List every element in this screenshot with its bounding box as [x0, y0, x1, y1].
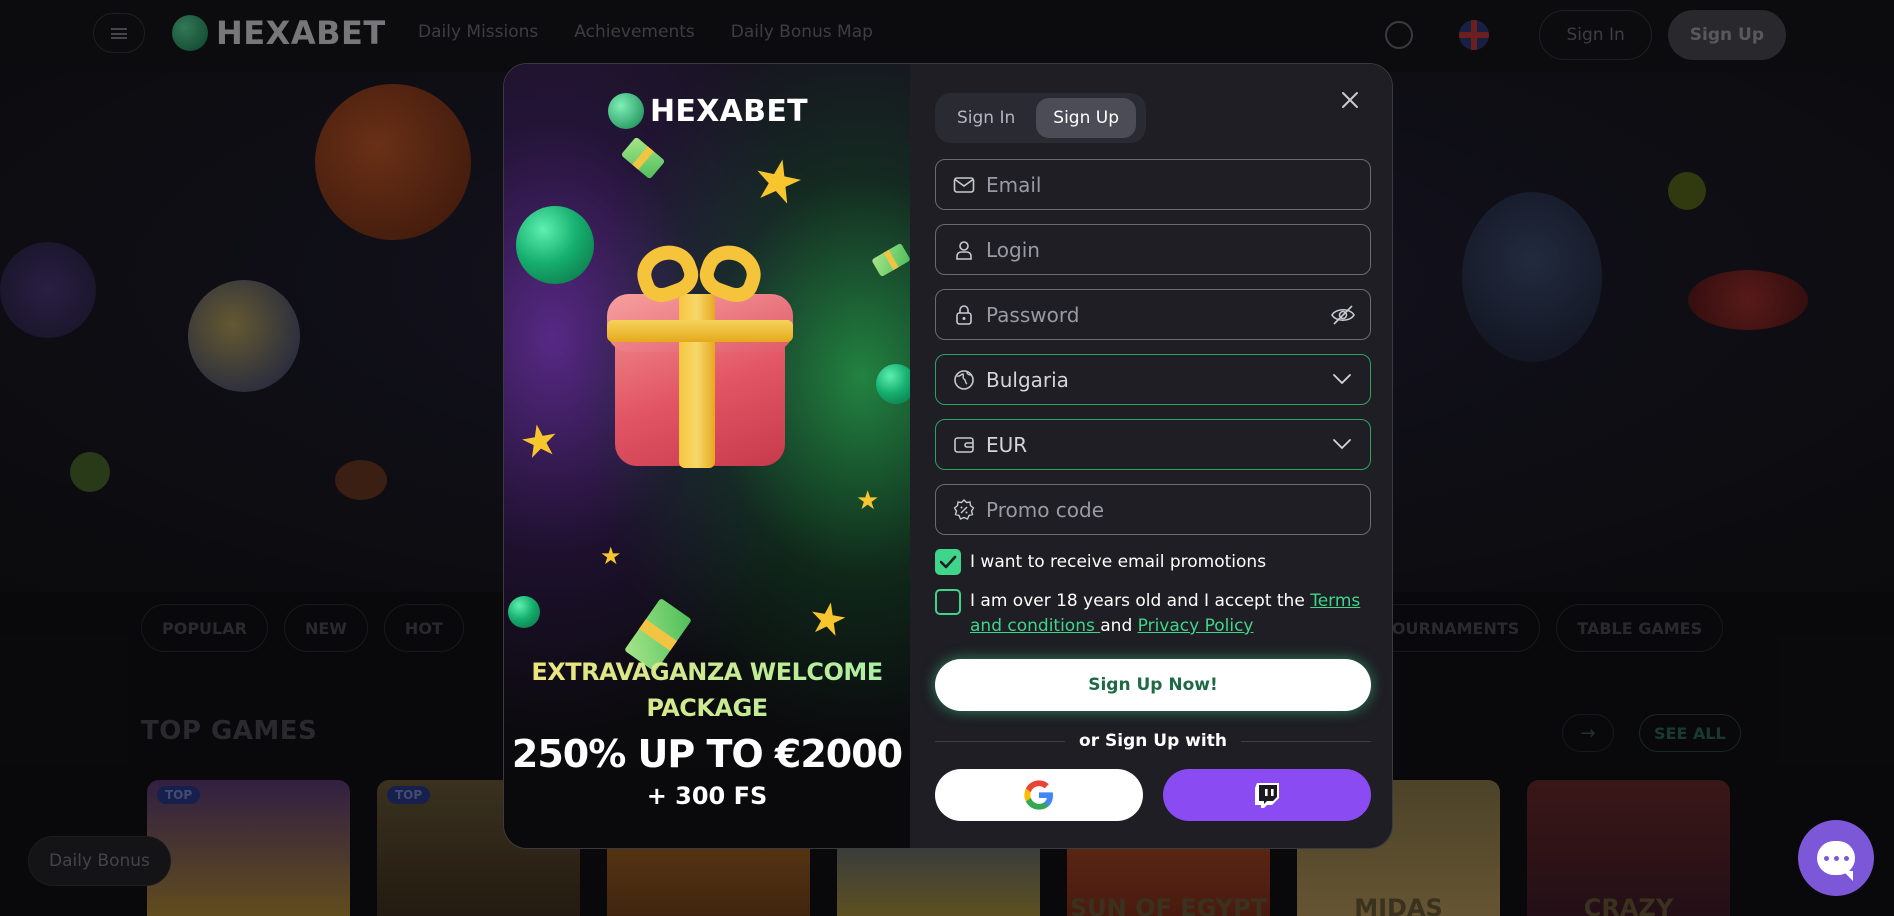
user-icon	[956, 241, 972, 260]
google-signup-button[interactable]	[935, 769, 1143, 821]
or-sign-up-with-text: or Sign Up with	[1079, 731, 1227, 751]
promo-logo: HEXABET	[608, 93, 808, 129]
close-icon	[1342, 92, 1358, 108]
signup-modal: HEXABET ★ ★ ★ ★ ★ EXTRAVAGANZA WELCOME P…	[503, 63, 1393, 849]
star-decoration: ★	[515, 412, 564, 471]
and-text: and	[1100, 616, 1138, 636]
twitch-icon	[1255, 783, 1279, 808]
star-decoration: ★	[600, 542, 622, 570]
email-field[interactable]: Email	[935, 159, 1371, 210]
promo-brand-name: HEXABET	[650, 93, 808, 129]
currency-select[interactable]: EUR	[935, 419, 1371, 470]
eye-off-icon[interactable]	[1330, 302, 1356, 328]
mail-icon	[953, 177, 975, 193]
password-field[interactable]: Password	[935, 289, 1371, 340]
offer-free-spins: + 300 FS	[646, 782, 768, 810]
country-value: Bulgaria	[986, 367, 1069, 392]
age-terms-label: I am over 18 years old and I accept the …	[970, 589, 1370, 639]
auth-tabs: Sign In Sign Up	[935, 93, 1146, 143]
privacy-policy-link[interactable]: Privacy Policy	[1138, 616, 1254, 636]
login-placeholder: Login	[986, 237, 1040, 262]
sign-up-now-button[interactable]: Sign Up Now!	[935, 659, 1371, 711]
tab-sign-in[interactable]: Sign In	[940, 98, 1032, 138]
chevron-down-icon	[1333, 439, 1351, 450]
login-field[interactable]: Login	[935, 224, 1371, 275]
green-sphere-decoration	[508, 596, 540, 628]
gift-box-illustration	[607, 237, 797, 468]
chat-bubble-icon	[1817, 841, 1855, 881]
chevron-down-icon	[1333, 374, 1351, 385]
offer-title: EXTRAVAGANZA WELCOME PACKAGE	[504, 654, 910, 726]
welcome-offer-text: EXTRAVAGANZA WELCOME PACKAGE 250% UP TO …	[504, 654, 910, 810]
or-divider: or Sign Up with	[935, 731, 1371, 751]
offer-amount: 250% UP TO €2000	[511, 732, 903, 776]
cash-decoration	[620, 136, 666, 180]
tab-sign-up[interactable]: Sign Up	[1036, 98, 1136, 138]
star-decoration: ★	[803, 590, 852, 649]
country-select[interactable]: Bulgaria	[935, 354, 1371, 405]
currency-value: EUR	[986, 432, 1028, 457]
checkmark-icon	[939, 555, 957, 569]
star-decoration: ★	[745, 142, 811, 220]
discount-badge-icon	[953, 499, 975, 520]
wallet-icon	[954, 437, 974, 453]
google-icon	[1024, 780, 1053, 810]
star-decoration: ★	[856, 486, 880, 516]
live-chat-button[interactable]	[1798, 820, 1874, 896]
age-terms-text: I am over 18 years old and I accept the	[970, 591, 1311, 611]
email-promotions-label: I want to receive email promotions	[970, 552, 1267, 572]
promo-panel: HEXABET ★ ★ ★ ★ ★ EXTRAVAGANZA WELCOME P…	[504, 64, 916, 848]
close-button[interactable]	[1332, 82, 1368, 118]
twitch-signup-button[interactable]	[1163, 769, 1371, 821]
cash-decoration	[871, 242, 911, 278]
promo-code-field[interactable]: Promo code	[935, 484, 1371, 535]
green-sphere-decoration	[516, 206, 594, 284]
password-placeholder: Password	[986, 302, 1080, 327]
email-placeholder: Email	[986, 172, 1042, 197]
lock-icon	[956, 305, 972, 325]
globe-icon	[954, 370, 974, 390]
promo-code-placeholder: Promo code	[986, 497, 1105, 522]
signup-form: Sign In Sign Up Email Login Password Bul…	[910, 64, 1392, 848]
age-terms-checkbox[interactable]	[935, 589, 961, 615]
email-promotions-checkbox[interactable]	[935, 549, 961, 575]
logo-sphere-icon	[608, 93, 644, 129]
